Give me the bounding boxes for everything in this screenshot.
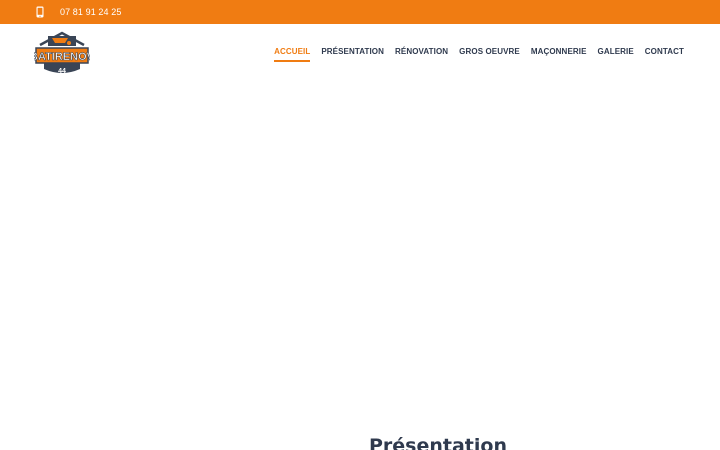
svg-text:BATIRENOV: BATIRENOV	[34, 51, 90, 63]
top-bar: 07 81 91 24 25	[0, 0, 720, 24]
nav-contact[interactable]: CONTACT	[645, 47, 684, 57]
phone-number-link[interactable]: 07 81 91 24 25	[60, 6, 121, 18]
hero-section	[0, 82, 720, 422]
main-navigation: ACCUEIL PRÉSENTATION RÉNOVATION GROS OEU…	[263, 47, 684, 62]
nav-renovation[interactable]: RÉNOVATION	[395, 47, 448, 57]
nav-maconnerie[interactable]: MAÇONNERIE	[531, 47, 587, 57]
site-header: BATIRENOV 44 ACCUEIL PRÉSENTATION RÉNOVA…	[0, 24, 720, 82]
nav-accueil[interactable]: ACCUEIL	[274, 47, 311, 62]
mobile-phone-icon	[36, 6, 44, 18]
nav-gros-oeuvre[interactable]: GROS OEUVRE	[459, 47, 520, 57]
nav-galerie[interactable]: GALERIE	[598, 47, 634, 57]
nav-presentation[interactable]: PRÉSENTATION	[321, 47, 384, 57]
presentation-section-title: Présentation	[369, 435, 507, 450]
batirenov-logo[interactable]: BATIRENOV 44	[34, 29, 90, 77]
svg-text:44: 44	[58, 68, 66, 75]
